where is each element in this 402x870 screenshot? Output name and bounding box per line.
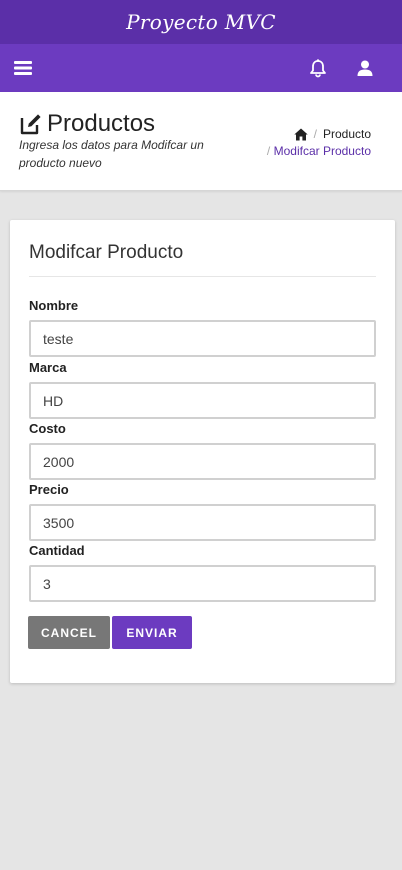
cantidad-label: Cantidad (29, 543, 85, 558)
costo-input[interactable] (29, 443, 376, 480)
marca-label: Marca (29, 360, 67, 375)
top-navbar (0, 44, 402, 92)
page-header: Productos Ingresa los datos para Modifca… (0, 92, 402, 191)
user-button[interactable] (345, 44, 385, 92)
form-card: Modifcar Producto Nombre Marca Costo Pre… (10, 220, 395, 683)
precio-input[interactable] (29, 504, 376, 541)
cancel-button[interactable]: CANCEL (28, 616, 110, 649)
breadcrumb: / Producto / Modifcar Producto (267, 126, 371, 160)
costo-label: Costo (29, 421, 66, 436)
home-icon[interactable] (293, 128, 308, 141)
precio-label: Precio (29, 482, 69, 497)
nombre-input[interactable] (29, 320, 376, 357)
menu-button[interactable] (3, 44, 43, 92)
nombre-label: Nombre (29, 298, 79, 313)
page-subtitle: Ingresa los datos para Modifcar un produ… (19, 138, 204, 170)
breadcrumb-separator: / (266, 144, 271, 158)
bell-icon (310, 58, 326, 77)
notifications-button[interactable] (298, 44, 338, 92)
edit-icon (20, 114, 41, 135)
brand-bar: Proyecto MVC (0, 0, 402, 44)
menu-icon (14, 61, 32, 75)
cantidad-input[interactable] (29, 565, 376, 602)
user-icon (357, 60, 373, 76)
brand-title: Proyecto MVC (126, 10, 276, 34)
breadcrumb-item-producto[interactable]: Producto (323, 126, 371, 143)
page-title: Productos (47, 110, 156, 137)
divider (29, 276, 376, 277)
form-title: Modifcar Producto (29, 242, 184, 263)
breadcrumb-item-current: Modifcar Producto (273, 144, 371, 158)
breadcrumb-separator: / (313, 127, 317, 141)
submit-button[interactable]: ENVIAR (112, 616, 192, 649)
marca-input[interactable] (29, 382, 376, 419)
page-title-wrap: Productos (19, 110, 155, 138)
